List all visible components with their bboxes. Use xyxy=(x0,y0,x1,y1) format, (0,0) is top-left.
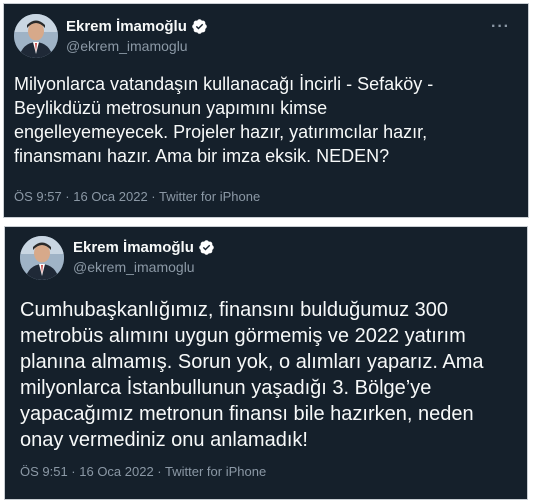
author-avatar[interactable] xyxy=(14,14,58,58)
more-options-icon[interactable]: ··· xyxy=(491,18,510,36)
author-avatar[interactable] xyxy=(20,236,64,280)
author-name[interactable]: Ekrem İmamoğlu xyxy=(66,18,187,35)
author-name-line[interactable]: Ekrem İmamoğlu xyxy=(73,239,215,256)
author-name-line[interactable]: Ekrem İmamoğlu xyxy=(66,18,208,35)
author-handle[interactable]: @ekrem_imamoglu xyxy=(73,259,195,275)
main-tweet: Ekrem İmamoğlu @ekrem_imamoglu ··· Milyo… xyxy=(3,3,529,218)
tweet-meta[interactable]: ÖS 9:57 · 16 Oca 2022 · Twitter for iPho… xyxy=(14,189,260,204)
verified-badge-icon xyxy=(192,19,207,34)
tweet-text: Cumhubaşkanlığımız, finansını bulduğumuz… xyxy=(20,299,484,451)
quoted-tweet[interactable]: Ekrem İmamoğlu @ekrem_imamoglu Cumhubaşk… xyxy=(4,226,528,500)
author-handle[interactable]: @ekrem_imamoglu xyxy=(66,38,188,54)
author-name[interactable]: Ekrem İmamoğlu xyxy=(73,239,194,256)
verified-badge-icon xyxy=(199,240,214,255)
tweet-text: Milyonlarca vatandaşın kullanacağı İncir… xyxy=(14,74,434,166)
tweet-meta[interactable]: ÖS 9:51 · 16 Oca 2022 · Twitter for iPho… xyxy=(20,464,266,479)
